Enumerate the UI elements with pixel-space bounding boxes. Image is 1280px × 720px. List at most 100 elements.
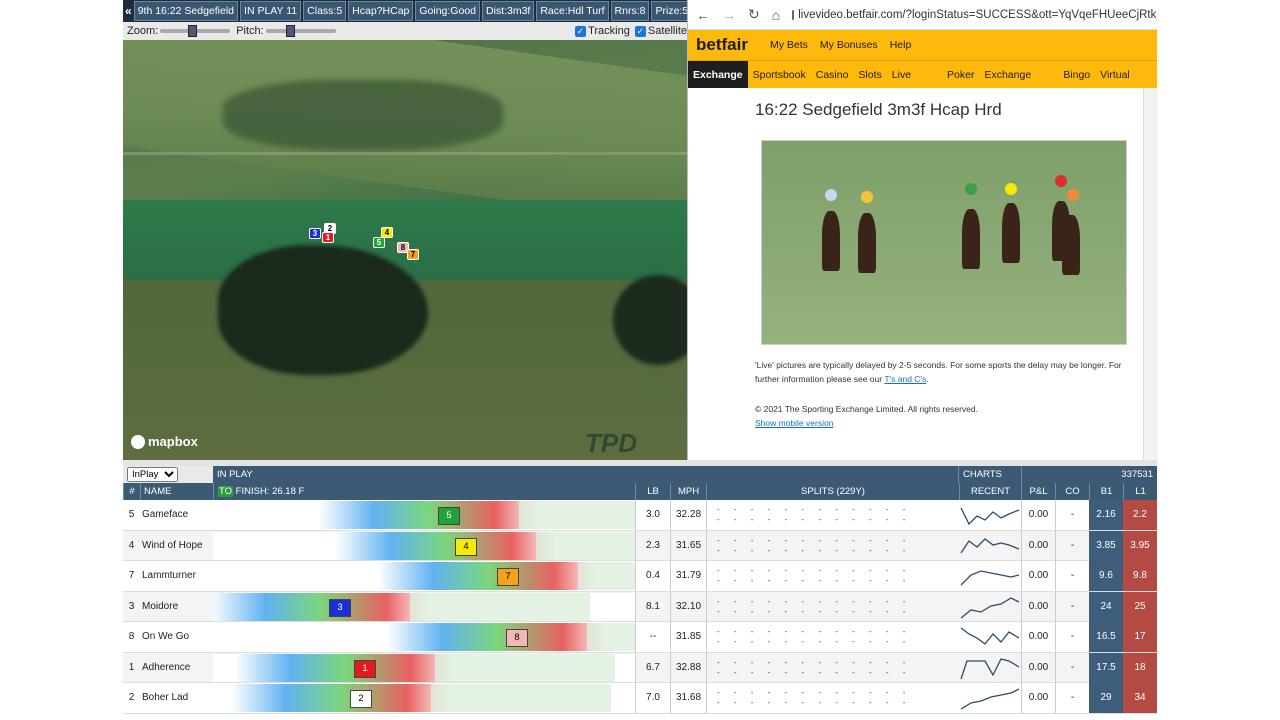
view-select[interactable]: InPlay [127, 467, 178, 482]
url-field[interactable]: livevideo.betfair.com/?loginStatus=SUCCE… [792, 9, 1157, 21]
nav-exchange[interactable]: Exchange [688, 60, 748, 89]
runner-name[interactable]: Lammturner [142, 561, 213, 591]
runner-mph: 32.28 [670, 500, 706, 530]
nav-bingo[interactable]: Bingo [1058, 61, 1095, 89]
runner-co: - [1055, 683, 1089, 713]
splits-row-bottom: - - - - - - - - - - - - [717, 606, 912, 616]
table-row[interactable]: 2 Boher Lad 2 7.0 31.68- - - - - - - - - - -… [123, 683, 1157, 714]
help-link[interactable]: Help [890, 39, 912, 51]
pitch-slider[interactable] [265, 25, 336, 37]
splits-row-top: - - - - - - - - - - - - [717, 627, 912, 636]
table-row[interactable]: 7 Lammturner 7 0.4 31.79- - - - - - - - - - … [123, 561, 1157, 592]
runner-name[interactable]: Wind of Hope [142, 531, 213, 561]
forward-arrow-icon[interactable]: → [722, 7, 736, 23]
runner-splits: - - - - - - - - - - - -- - - - - - - - -… [706, 530, 959, 561]
back-price[interactable]: 3.85 [1089, 530, 1123, 561]
table-row[interactable]: 5 Gameface 5 3.0 32.28- - - - - - - - - - - … [123, 500, 1157, 531]
back-price[interactable]: 2.16 [1089, 500, 1123, 530]
my-bets-link[interactable]: My Bets [770, 39, 808, 51]
runner-lb: 3.0 [635, 500, 670, 530]
runner-marker[interactable]: 5 [373, 237, 385, 248]
lay-price[interactable]: 9.8 [1123, 561, 1157, 591]
back-arrow-icon[interactable]: ← [696, 7, 710, 23]
scrollbar[interactable] [1143, 88, 1158, 464]
splits-row-top: - - - - - - - - - - - - [717, 596, 912, 606]
runner-pl: 0.00 [1021, 591, 1055, 622]
betfair-logo-text: betfair [696, 35, 748, 54]
runner-splits: - - - - - - - - - - - -- - - - - - - - -… [706, 591, 959, 622]
terms-link[interactable]: T's and C's [884, 374, 926, 384]
splits-row-bottom: - - - - - - - - - - - - [717, 545, 912, 555]
back-price[interactable]: 17.5 [1089, 652, 1123, 683]
runner-lb: 0.4 [635, 561, 670, 591]
col-recent: RECENT [959, 483, 1021, 500]
lay-price[interactable]: 2.2 [1123, 500, 1157, 530]
table-row[interactable]: 4 Wind of Hope 4 2.3 31.65- - - - - - - - - … [123, 530, 1157, 561]
mapbox-logo[interactable]: mapbox [131, 434, 198, 449]
lay-price[interactable]: 18 [1123, 652, 1157, 683]
collapse-icon[interactable]: « [125, 4, 132, 18]
race-chip-runners: Rnrs:8 [610, 1, 650, 21]
col-name[interactable]: NAME [140, 483, 213, 500]
runner-pl: 0.00 [1021, 622, 1055, 652]
lay-price[interactable]: 25 [1123, 591, 1157, 622]
runner-marker[interactable]: 3 [309, 228, 321, 239]
nav-slots[interactable]: Slots [853, 61, 886, 89]
betfair-window: ← → ↻ ⌂ livevideo.betfair.com/?loginStat… [687, 0, 1158, 464]
satellite-map[interactable]: 2314587 mapbox TPD [123, 40, 687, 460]
satellite-label: Satellite [647, 25, 687, 37]
nav-casino[interactable]: Casino [811, 61, 854, 89]
runner-name[interactable]: On We Go [142, 622, 213, 652]
nav-poker[interactable]: Poker [942, 61, 979, 89]
tracking-checkbox[interactable]: ✓ Tracking [575, 25, 630, 37]
runner-name[interactable]: Adherence [142, 653, 213, 683]
check-icon: ✓ [634, 25, 646, 37]
betfair-header: betfair My Bets My Bonuses Help [688, 30, 1157, 60]
back-price[interactable]: 29 [1089, 683, 1123, 713]
lay-price[interactable]: 3.95 [1123, 530, 1157, 561]
runner-marker[interactable]: 7 [407, 249, 419, 260]
runner-number: 4 [128, 539, 135, 551]
splits-row-top: - - - - - - - - - - - - [717, 535, 912, 545]
nav-live-casino[interactable]: Live Casino [887, 61, 942, 109]
satellite-checkbox[interactable]: ✓ Satellite [634, 25, 687, 37]
live-video[interactable] [761, 140, 1127, 345]
col-mph[interactable]: MPH [670, 483, 706, 500]
col-lb[interactable]: LB [635, 483, 670, 500]
runner-mph: 31.85 [670, 622, 706, 652]
my-bonuses-link[interactable]: My Bonuses [820, 39, 878, 51]
back-price[interactable]: 9.6 [1089, 561, 1123, 591]
nav-sportsbook[interactable]: Sportsbook [748, 61, 811, 89]
runner-name[interactable]: Boher Lad [142, 683, 213, 713]
table-row[interactable]: 8 On We Go 8 -- 31.85- - - - - - - - - - - -… [123, 622, 1157, 653]
tpd-watermark: TPD [585, 428, 637, 458]
back-price[interactable]: 24 [1089, 591, 1123, 622]
table-row[interactable]: 1 Adherence 1 6.7 32.88- - - - - - - - - - -… [123, 652, 1157, 683]
zoom-slider[interactable] [160, 25, 231, 37]
race-chip-type: Race:Hdl Turf [536, 1, 609, 21]
nav-exchange-games[interactable]: Exchange Games [979, 61, 1058, 109]
race-chip-distance: Dist:3m3f [482, 1, 535, 21]
nav-virtual-sports[interactable]: Virtual Sports [1095, 61, 1157, 109]
runner-number: 1 [128, 661, 135, 673]
reload-icon[interactable]: ↻ [748, 6, 760, 23]
runner-mph: 32.10 [670, 591, 706, 622]
recent-sparkline [960, 507, 1020, 526]
runner-mph: 31.65 [670, 530, 706, 561]
home-icon[interactable]: ⌂ [772, 7, 780, 23]
runner-co: - [1055, 500, 1089, 530]
recent-sparkline [960, 596, 1020, 619]
table-row[interactable]: 3 Moidore 3 8.1 32.10- - - - - - - - - - - -… [123, 591, 1157, 622]
col-pl: P&L [1021, 483, 1055, 500]
lay-price[interactable]: 17 [1123, 622, 1157, 652]
runner-co: - [1055, 530, 1089, 561]
runner-name[interactable]: Gameface [142, 500, 213, 530]
runner-marker[interactable]: 1 [322, 232, 334, 243]
runner-lb: 7.0 [635, 683, 670, 713]
betfair-logo[interactable]: betfair [696, 35, 748, 55]
lay-price[interactable]: 34 [1123, 683, 1157, 713]
runner-name[interactable]: Moidore [142, 592, 213, 622]
mobile-version-link[interactable]: Show mobile version [755, 418, 833, 428]
splits-row-bottom: - - - - - - - - - - - - [717, 515, 912, 524]
back-price[interactable]: 16.5 [1089, 622, 1123, 652]
